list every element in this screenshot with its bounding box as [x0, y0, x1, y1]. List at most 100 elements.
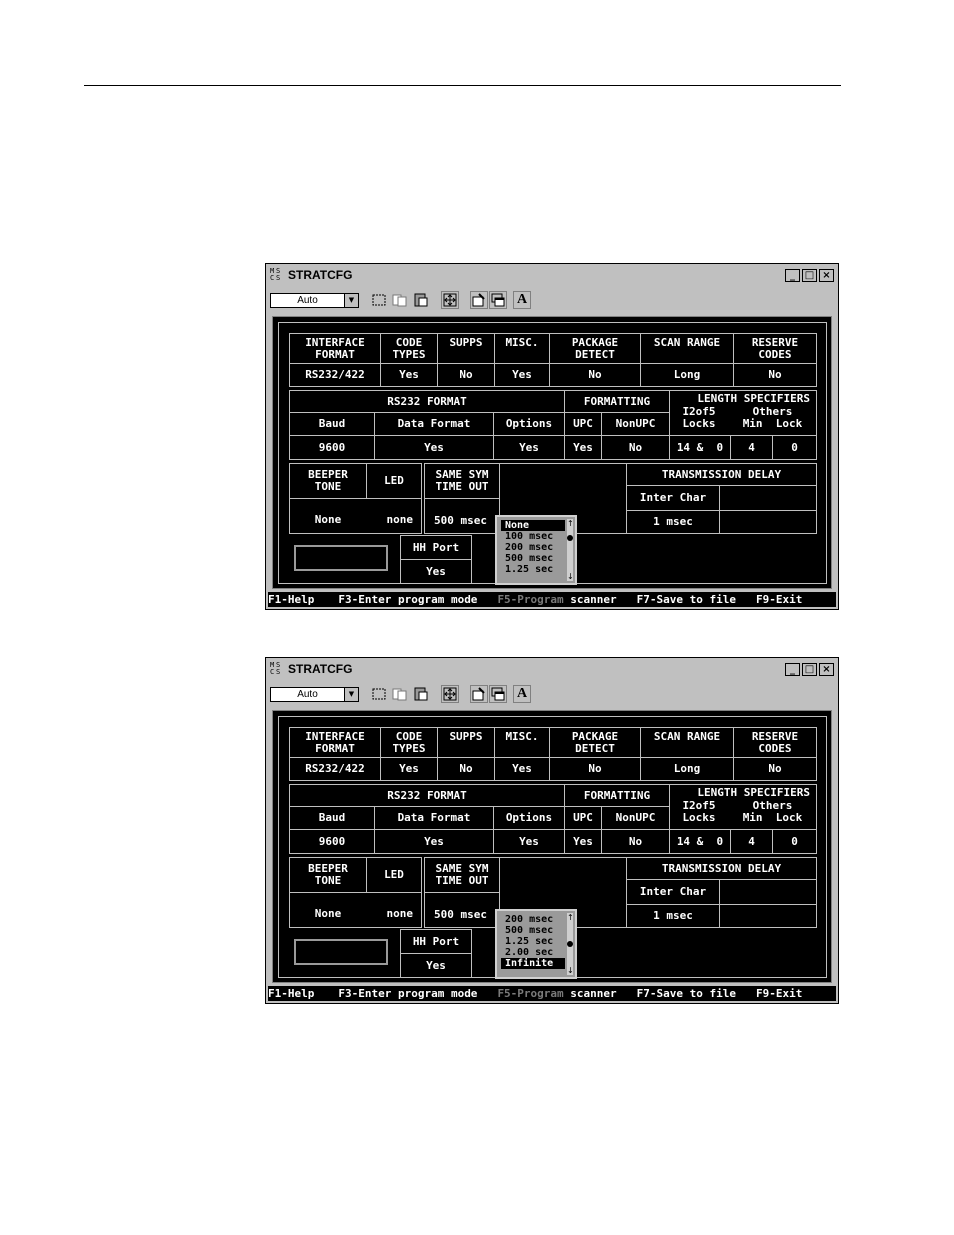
- led-value[interactable]: none: [367, 903, 421, 925]
- scroll-thumb[interactable]: [567, 535, 573, 541]
- fullscreen-icon: [443, 687, 457, 701]
- dropdown-option[interactable]: 200 msec: [501, 542, 565, 553]
- minimize-button[interactable]: _: [785, 662, 800, 676]
- package-detect-value[interactable]: No: [549, 363, 641, 387]
- arrow-down-icon[interactable]: ↓: [567, 966, 574, 975]
- led-value[interactable]: none: [367, 509, 421, 531]
- code-types-value[interactable]: Yes: [380, 757, 438, 781]
- background-button[interactable]: [489, 291, 507, 309]
- interface-format-value[interactable]: RS232/422: [289, 363, 381, 387]
- arrow-down-icon[interactable]: ↓: [567, 572, 574, 581]
- dropdown-option[interactable]: Infinite: [501, 958, 565, 969]
- f5-program-key[interactable]: F5-Program: [497, 987, 563, 1000]
- paste-button[interactable]: [412, 685, 430, 703]
- font-icon: A: [516, 292, 528, 307]
- others-min-value[interactable]: 4: [730, 829, 773, 854]
- misc-value[interactable]: Yes: [494, 363, 550, 387]
- f9-exit-key[interactable]: F9-Exit: [756, 987, 802, 1000]
- dropdown-option[interactable]: 2.00 sec: [501, 947, 565, 958]
- hh-port-value[interactable]: Yes: [400, 559, 472, 584]
- dropdown-option[interactable]: 500 msec: [501, 925, 565, 936]
- dropdown-option[interactable]: 200 msec: [501, 914, 565, 925]
- timeout-dropdown-list[interactable]: None 100 msec 200 msec 500 msec 1.25 sec…: [495, 515, 577, 585]
- dropdown-option[interactable]: None: [501, 520, 565, 531]
- supps-value[interactable]: No: [437, 363, 495, 387]
- others-min-value[interactable]: 4: [730, 435, 773, 460]
- upc-value[interactable]: Yes: [564, 435, 602, 460]
- i2of5-locks-value[interactable]: 14 & 0: [669, 435, 731, 460]
- others-lock-value[interactable]: 0: [772, 829, 817, 854]
- same-sym-timeout-value[interactable]: 500 msec: [433, 909, 491, 921]
- same-sym-timeout-value[interactable]: 500 msec: [433, 515, 491, 527]
- misc-value[interactable]: Yes: [494, 757, 550, 781]
- options-value[interactable]: Yes: [493, 435, 565, 460]
- paste-button[interactable]: [412, 291, 430, 309]
- f3-program-mode-key[interactable]: F3-Enter program mode: [338, 593, 477, 606]
- close-button[interactable]: ×: [819, 662, 834, 676]
- dropdown-option[interactable]: 500 msec: [501, 553, 565, 564]
- beeper-tone-value[interactable]: None: [290, 509, 366, 531]
- nonupc-value[interactable]: No: [601, 435, 670, 460]
- font-size-combo[interactable]: Auto ▼: [270, 292, 359, 308]
- dropdown-option[interactable]: 1.25 sec: [501, 564, 565, 575]
- copy-button[interactable]: [391, 685, 409, 703]
- mark-button[interactable]: [370, 685, 388, 703]
- blank-input-box[interactable]: [294, 545, 388, 571]
- code-types-value[interactable]: Yes: [380, 363, 438, 387]
- close-button[interactable]: ×: [819, 268, 834, 282]
- options-value[interactable]: Yes: [493, 829, 565, 854]
- f7-save-key[interactable]: F7-Save to file: [637, 593, 736, 606]
- font-button[interactable]: A: [513, 685, 531, 703]
- upc-value[interactable]: Yes: [564, 829, 602, 854]
- copy-button[interactable]: [391, 291, 409, 309]
- dropdown-scrollbar[interactable]: ↑ ↓: [567, 519, 574, 581]
- beeper-tone-value[interactable]: None: [290, 903, 366, 925]
- data-format-value[interactable]: Yes: [374, 435, 494, 460]
- chevron-down-icon[interactable]: ▼: [344, 293, 358, 307]
- i2of5-locks-value[interactable]: 14 & 0: [669, 829, 731, 854]
- baud-value[interactable]: 9600: [289, 829, 375, 854]
- maximize-button[interactable]: □: [802, 662, 817, 676]
- blank-input-box[interactable]: [294, 939, 388, 965]
- nonupc-value[interactable]: No: [601, 829, 670, 854]
- baud-value[interactable]: 9600: [289, 435, 375, 460]
- dropdown-scrollbar[interactable]: ↑ ↓: [567, 913, 574, 975]
- data-format-value[interactable]: Yes: [374, 829, 494, 854]
- scan-range-value[interactable]: Long: [640, 363, 734, 387]
- title-bar[interactable]: M S C S STRATCFG _ □ ×: [268, 660, 836, 678]
- mark-button[interactable]: [370, 291, 388, 309]
- title-bar[interactable]: M S C S STRATCFG _ □ ×: [268, 266, 836, 284]
- arrow-up-icon[interactable]: ↑: [567, 913, 574, 922]
- package-detect-value[interactable]: No: [549, 757, 641, 781]
- f1-help-key[interactable]: F1-Help: [268, 987, 314, 1000]
- inter-char-value[interactable]: 1 msec: [626, 904, 720, 928]
- interface-format-value[interactable]: RS232/422: [289, 757, 381, 781]
- others-lock-value[interactable]: 0: [772, 435, 817, 460]
- fullscreen-button[interactable]: [441, 685, 459, 703]
- f1-help-key[interactable]: F1-Help: [268, 593, 314, 606]
- maximize-button[interactable]: □: [802, 268, 817, 282]
- timeout-dropdown-list[interactable]: 200 msec 500 msec 1.25 sec 2.00 sec Infi…: [495, 909, 577, 979]
- reserve-codes-value[interactable]: No: [733, 363, 817, 387]
- properties-button[interactable]: [470, 685, 488, 703]
- dropdown-option[interactable]: 1.25 sec: [501, 936, 565, 947]
- chevron-down-icon[interactable]: ▼: [344, 687, 358, 701]
- fullscreen-button[interactable]: [441, 291, 459, 309]
- hh-port-value[interactable]: Yes: [400, 953, 472, 978]
- f5-program-key[interactable]: F5-Program: [497, 593, 563, 606]
- supps-value[interactable]: No: [437, 757, 495, 781]
- f9-exit-key[interactable]: F9-Exit: [756, 593, 802, 606]
- background-button[interactable]: [489, 685, 507, 703]
- properties-button[interactable]: [470, 291, 488, 309]
- dropdown-option[interactable]: 100 msec: [501, 531, 565, 542]
- reserve-codes-value[interactable]: No: [733, 757, 817, 781]
- minimize-button[interactable]: _: [785, 268, 800, 282]
- font-button[interactable]: A: [513, 291, 531, 309]
- font-size-combo[interactable]: Auto ▼: [270, 686, 359, 702]
- f3-program-mode-key[interactable]: F3-Enter program mode: [338, 987, 477, 1000]
- arrow-up-icon[interactable]: ↑: [567, 519, 574, 528]
- scroll-thumb[interactable]: [567, 941, 573, 947]
- inter-char-value[interactable]: 1 msec: [626, 510, 720, 534]
- scan-range-value[interactable]: Long: [640, 757, 734, 781]
- f7-save-key[interactable]: F7-Save to file: [637, 987, 736, 1000]
